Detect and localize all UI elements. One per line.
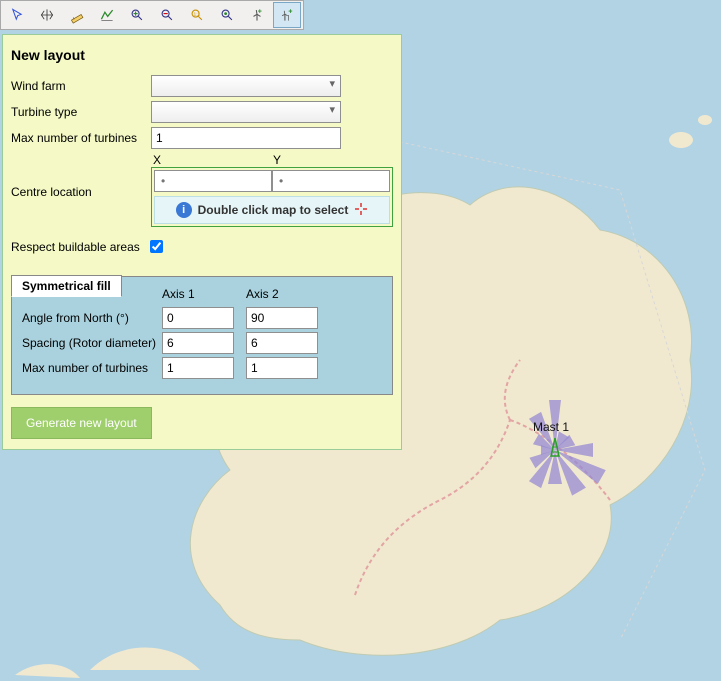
turbine-type-select[interactable] (151, 101, 341, 123)
angle-axis2-input[interactable] (246, 307, 318, 329)
centre-x-input[interactable] (154, 170, 272, 192)
spacing-label: Spacing (Rotor diameter) (22, 336, 162, 350)
double-click-hint: i Double click map to select (154, 196, 390, 224)
max-turbines-label: Max number of turbines (11, 131, 151, 145)
generate-layout-button[interactable]: Generate new layout (11, 407, 152, 439)
respect-buildable-checkbox[interactable] (150, 240, 163, 253)
pan-tool[interactable] (33, 2, 61, 28)
mast-label: Mast 1 (533, 420, 569, 434)
svg-text:+: + (288, 9, 292, 16)
respect-buildable-label: Respect buildable areas (11, 240, 140, 254)
zoom-in-tool[interactable] (123, 2, 151, 28)
wind-farm-label: Wind farm (11, 79, 151, 93)
max-turbines-input[interactable] (151, 127, 341, 149)
double-click-hint-text: Double click map to select (198, 203, 349, 217)
axis1-header: Axis 1 (162, 287, 246, 301)
centre-location-label: Centre location (11, 167, 151, 199)
y-header: Y (271, 153, 391, 167)
svg-text:+: + (258, 9, 262, 16)
centre-y-input[interactable] (272, 170, 390, 192)
spacing-axis2-input[interactable] (246, 332, 318, 354)
zoom-reset-tool[interactable]: 1:1 (183, 2, 211, 28)
zoom-extent-tool[interactable] (213, 2, 241, 28)
spacing-axis1-input[interactable] (162, 332, 234, 354)
turbine-tool[interactable]: + (243, 2, 271, 28)
axis2-header: Axis 2 (246, 287, 330, 301)
svg-text:1:1: 1:1 (194, 12, 201, 18)
max-axis1-input[interactable] (162, 357, 234, 379)
zoom-out-tool[interactable] (153, 2, 181, 28)
new-layout-panel: New layout Wind farm Turbine type Max nu… (2, 34, 402, 450)
ruler-tool[interactable] (63, 2, 91, 28)
symmetrical-fill-tab[interactable]: Symmetrical fill (11, 275, 122, 297)
turbine-add-tool[interactable]: + (273, 2, 301, 28)
wind-farm-select[interactable] (151, 75, 341, 97)
x-header: X (151, 153, 271, 167)
profile-tool[interactable] (93, 2, 121, 28)
target-icon (354, 202, 368, 219)
map-toolbar: 1:1 + + (0, 0, 304, 30)
panel-title: New layout (11, 47, 393, 63)
max-axis-label: Max number of turbines (22, 361, 162, 375)
pointer-tool[interactable] (3, 2, 31, 28)
angle-label: Angle from North (°) (22, 311, 162, 325)
angle-axis1-input[interactable] (162, 307, 234, 329)
max-axis2-input[interactable] (246, 357, 318, 379)
info-icon: i (176, 202, 192, 218)
turbine-type-label: Turbine type (11, 105, 151, 119)
